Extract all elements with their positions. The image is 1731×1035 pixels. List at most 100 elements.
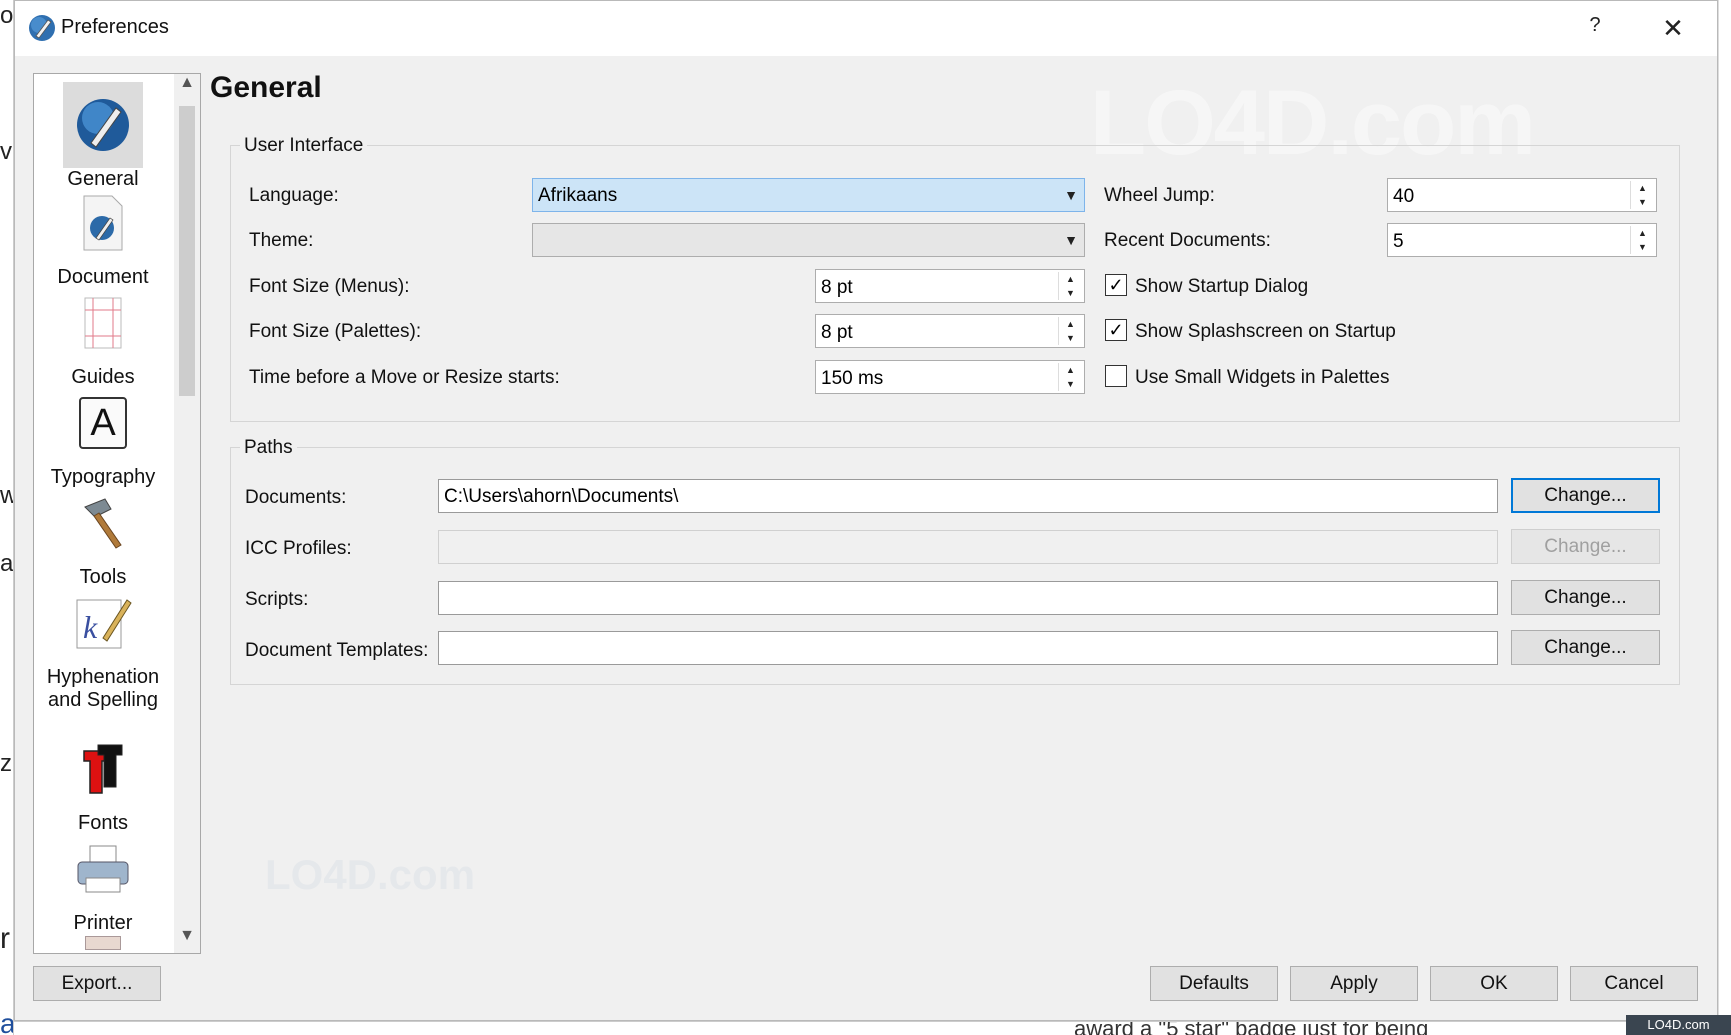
scribus-icon — [63, 82, 143, 168]
sidebar-item-label: Printer — [73, 912, 133, 934]
preferences-dialog: Preferences ? ✕ LO4D.com LO4D.com Genera… — [14, 0, 1718, 1021]
title-bar: Preferences ? ✕ — [15, 1, 1717, 56]
background-text: ve — [0, 138, 13, 165]
show-splashscreen-label: Show Splashscreen on Startup — [1135, 321, 1396, 342]
font-size-palettes-label: Font Size (Palettes): — [249, 321, 422, 342]
background-text: z — [0, 750, 12, 777]
show-splashscreen-checkbox[interactable]: ✓ — [1105, 319, 1127, 341]
sidebar-item-guides[interactable]: Guides — [34, 280, 172, 389]
spin-buttons[interactable]: ▲ ▼ — [1058, 317, 1082, 345]
sidebar-item-general[interactable]: General — [34, 82, 172, 191]
icc-profiles-field — [438, 530, 1498, 564]
page-title: General — [210, 71, 322, 104]
scroll-thumb[interactable] — [179, 106, 195, 396]
group-label: Paths — [240, 437, 297, 459]
svg-text:k: k — [83, 609, 98, 645]
spin-down-icon: ▼ — [1066, 288, 1075, 298]
sidebar-item-partial — [34, 936, 172, 950]
watermark-small: LO4D.com — [265, 851, 476, 898]
document-icon — [63, 180, 143, 266]
sidebar-item-hyphenation[interactable]: k Hyphenation and Spelling — [34, 580, 172, 712]
typography-icon: A — [63, 380, 143, 466]
sidebar-item-tools[interactable]: Tools — [34, 480, 172, 589]
recent-documents-label: Recent Documents: — [1104, 230, 1271, 251]
background-text: w — [0, 482, 13, 510]
document-templates-field[interactable] — [438, 631, 1498, 665]
spin-down-icon: ▼ — [1066, 333, 1075, 343]
window-title: Preferences — [61, 16, 169, 38]
scroll-up-icon[interactable]: ▲ — [174, 74, 200, 100]
chevron-down-icon: ▼ — [1064, 232, 1078, 248]
background-text: r — [0, 922, 10, 955]
watermark-logo: LO4D.com — [1626, 1015, 1731, 1035]
guides-icon — [63, 280, 143, 366]
font-size-palettes-spinbox[interactable]: 8 pt ▲ ▼ — [815, 314, 1085, 348]
templates-change-button[interactable]: Change... — [1511, 630, 1660, 665]
move-resize-time-spinbox[interactable]: 150 ms ▲ ▼ — [815, 360, 1085, 394]
theme-label: Theme: — [249, 230, 314, 251]
spin-up-icon: ▲ — [1066, 319, 1075, 329]
hyphenation-icon: k — [63, 580, 143, 666]
scroll-down-icon[interactable]: ▼ — [174, 927, 200, 953]
documents-path-label: Documents: — [245, 487, 347, 508]
document-templates-label: Document Templates: — [245, 640, 429, 661]
hammer-icon — [63, 480, 143, 566]
spin-buttons[interactable]: ▲ ▼ — [1058, 363, 1082, 391]
font-size-menus-label: Font Size (Menus): — [249, 276, 410, 297]
defaults-button[interactable]: Defaults — [1150, 966, 1278, 1001]
spin-buttons[interactable]: ▲ ▼ — [1058, 272, 1082, 300]
language-select[interactable]: Afrikaans ▼ — [532, 178, 1085, 212]
spin-up-icon: ▲ — [1638, 183, 1647, 193]
scripts-path-field[interactable] — [438, 581, 1498, 615]
export-button[interactable]: Export... — [33, 966, 161, 1001]
group-label: User Interface — [240, 135, 368, 157]
small-widgets-label: Use Small Widgets in Palettes — [1135, 367, 1390, 388]
background-window-right — [1718, 0, 1731, 1035]
spin-up-icon: ▲ — [1066, 274, 1075, 284]
background-window-left: o ve w ar z r ags — [0, 0, 14, 1035]
cancel-button[interactable]: Cancel — [1570, 966, 1698, 1001]
sidebar-item-label: and Spelling — [47, 689, 159, 711]
spin-up-icon: ▲ — [1066, 365, 1075, 375]
chevron-down-icon: ▼ — [1064, 187, 1078, 203]
spin-down-icon: ▼ — [1066, 379, 1075, 389]
font-size-menus-spinbox[interactable]: 8 pt ▲ ▼ — [815, 269, 1085, 303]
help-button[interactable]: ? — [1580, 14, 1610, 42]
sidebar-item-printer[interactable]: Printer — [34, 826, 172, 935]
sidebar-item-fonts[interactable]: Fonts — [34, 726, 172, 835]
recent-documents-spinbox[interactable]: 5 ▲ ▼ — [1387, 223, 1657, 257]
language-label: Language: — [249, 185, 339, 206]
apply-button[interactable]: Apply — [1290, 966, 1418, 1001]
sidebar-item-document[interactable]: Document — [34, 180, 172, 289]
sidebar-item-label: Hyphenation — [46, 666, 160, 688]
sidebar-scrollbar[interactable]: ▲ ▼ — [174, 74, 200, 953]
show-startup-dialog-label: Show Startup Dialog — [1135, 276, 1309, 297]
printer-icon — [63, 826, 143, 912]
language-value: Afrikaans — [538, 185, 618, 206]
move-resize-time-label: Time before a Move or Resize starts: — [249, 367, 560, 388]
scripts-path-label: Scripts: — [245, 589, 309, 610]
background-text: ar — [0, 550, 14, 577]
show-startup-dialog-checkbox[interactable]: ✓ — [1105, 274, 1127, 296]
ok-button[interactable]: OK — [1430, 966, 1558, 1001]
category-list[interactable]: General Document Guides A Typography Too… — [33, 73, 201, 954]
scripts-change-button[interactable]: Change... — [1511, 580, 1660, 615]
icc-change-button: Change... — [1511, 529, 1660, 564]
theme-select[interactable]: ▼ — [532, 223, 1085, 257]
icc-profiles-label: ICC Profiles: — [245, 538, 352, 559]
background-text: ags — [0, 1008, 13, 1035]
wheel-jump-label: Wheel Jump: — [1104, 185, 1215, 206]
spin-buttons[interactable]: ▲ ▼ — [1630, 181, 1654, 209]
scribus-app-icon — [29, 15, 55, 41]
background-text: award a "5 star" badge just for being — [1074, 1021, 1429, 1035]
spin-buttons[interactable]: ▲ ▼ — [1630, 226, 1654, 254]
documents-path-field[interactable]: C:\Users\ahorn\Documents\ — [438, 479, 1498, 513]
spin-up-icon: ▲ — [1638, 228, 1647, 238]
close-button[interactable]: ✕ — [1655, 11, 1691, 45]
background-window-bottom: award a "5 star" badge just for being — [14, 1021, 1718, 1035]
sidebar-item-typography[interactable]: A Typography — [34, 380, 172, 489]
spin-down-icon: ▼ — [1638, 242, 1647, 252]
documents-change-button[interactable]: Change... — [1511, 478, 1660, 513]
wheel-jump-spinbox[interactable]: 40 ▲ ▼ — [1387, 178, 1657, 212]
small-widgets-checkbox[interactable] — [1105, 365, 1127, 387]
